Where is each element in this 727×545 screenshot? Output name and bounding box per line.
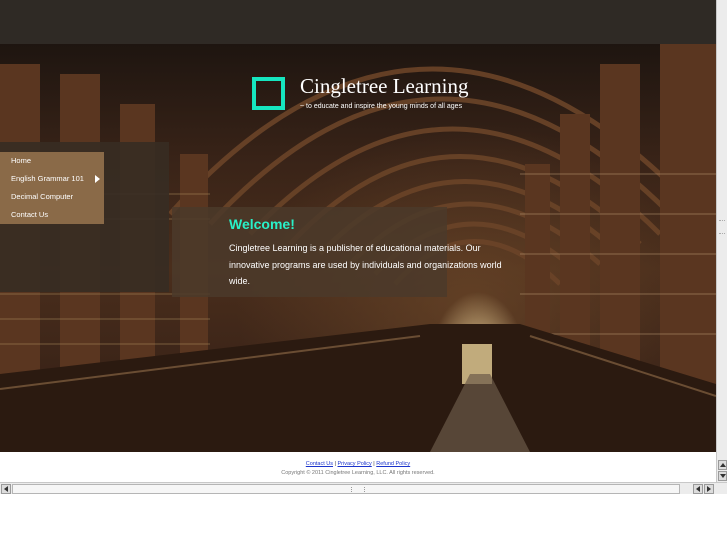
scroll-thumb-grip-icon[interactable]: [351, 487, 365, 492]
nav-item-contact[interactable]: Contact Us: [0, 206, 104, 224]
scroll-track[interactable]: [12, 484, 680, 494]
submenu-arrow-icon: [95, 175, 100, 183]
scroll-left-button[interactable]: [1, 484, 11, 494]
nav-item-label: Decimal Computer: [11, 192, 74, 201]
arrow-left-icon: [696, 486, 700, 492]
welcome-title: Welcome!: [229, 216, 295, 232]
page-footer: Contact Us | Privacy Policy | Refund Pol…: [0, 452, 716, 482]
welcome-text: Cingletree Learning is a publisher of ed…: [229, 243, 502, 286]
footer-link-refund[interactable]: Refund Policy: [376, 461, 410, 467]
site-title[interactable]: Cingletree Learning: [300, 74, 469, 99]
footer-separator: |: [334, 461, 336, 467]
scroll-grip-icon[interactable]: [719, 220, 725, 234]
footer-separator: |: [373, 461, 375, 467]
scroll-down-button[interactable]: [718, 471, 727, 481]
scroll-right-button-2[interactable]: [704, 484, 714, 494]
arrow-down-icon: [720, 474, 726, 478]
scroll-right-button[interactable]: [693, 484, 703, 494]
footer-link-contact[interactable]: Contact Us: [306, 461, 333, 467]
nav-item-label: Home: [11, 156, 32, 165]
nav-item-english-grammar[interactable]: English Grammar 101: [0, 170, 104, 188]
nav-item-decimal-computer[interactable]: Decimal Computer: [0, 188, 104, 206]
nav-item-label: English Grammar 101: [11, 174, 84, 183]
nav-item-home[interactable]: Home: [0, 152, 104, 170]
vertical-scrollbar[interactable]: [716, 0, 727, 482]
footer-links: Contact Us | Privacy Policy | Refund Pol…: [0, 461, 716, 467]
footer-link-privacy[interactable]: Privacy Policy: [338, 461, 372, 467]
arrow-right-icon: [707, 486, 711, 492]
horizontal-scrollbar[interactable]: [0, 482, 727, 494]
arrow-left-icon: [4, 486, 8, 492]
nav-item-label: Contact Us: [11, 210, 49, 219]
scroll-up-button[interactable]: [718, 460, 727, 470]
site-tagline: ~ to educate and inspire the young minds…: [300, 103, 463, 110]
logo-square-icon[interactable]: [252, 77, 285, 110]
arrow-up-icon: [720, 463, 726, 467]
top-bar: [0, 0, 716, 44]
copyright-text: Copyright © 2011 Cingletree Learning, LL…: [281, 470, 435, 476]
main-nav: Home English Grammar 101 Decimal Compute…: [0, 152, 104, 224]
